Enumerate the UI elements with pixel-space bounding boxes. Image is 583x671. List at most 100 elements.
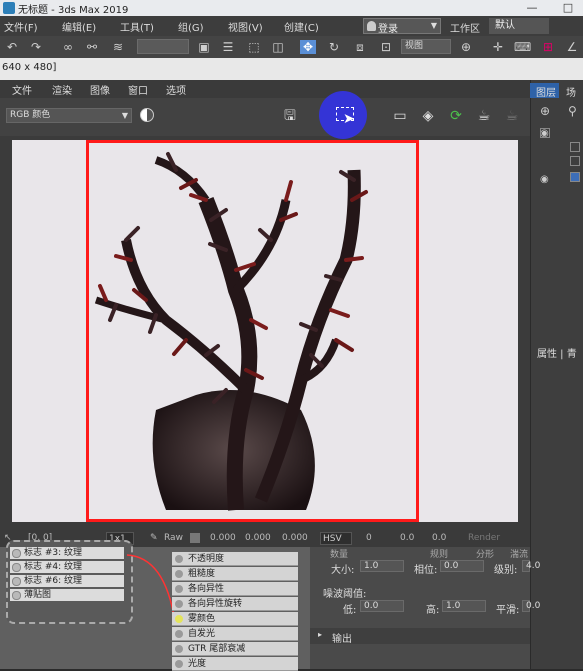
angle-snap-icon[interactable]: ∠ bbox=[564, 40, 580, 54]
tab-layers[interactable]: 图层 bbox=[536, 84, 556, 99]
refresh-icon[interactable]: ⟳ bbox=[446, 106, 466, 126]
regular-radio[interactable]: 规则 bbox=[430, 547, 448, 560]
title-bar: 无标题 - 3ds Max 2019 — □ bbox=[0, 0, 583, 16]
menu-group[interactable]: 组(G) bbox=[178, 19, 204, 34]
pivot-center-icon[interactable]: ⊕ bbox=[458, 40, 474, 54]
socket-icon bbox=[175, 645, 183, 653]
menu-tools[interactable]: 工具(T) bbox=[120, 19, 154, 34]
move-icon[interactable]: ✥ bbox=[300, 40, 316, 54]
env-lighting-icon[interactable]: ◈ bbox=[418, 106, 438, 126]
fractal-radio[interactable]: 分形 bbox=[476, 547, 494, 560]
redo-icon[interactable]: ↷ bbox=[28, 40, 44, 54]
socket-icon bbox=[175, 660, 183, 668]
list-item[interactable]: 标志 #4: 纹理 bbox=[10, 561, 124, 573]
list-item[interactable]: 标志 #6: 纹理 bbox=[10, 575, 124, 587]
value-b: 0.000 bbox=[282, 533, 308, 543]
low-label: 低: bbox=[343, 605, 357, 616]
layer-row-icon[interactable] bbox=[570, 156, 580, 166]
eye-icon[interactable]: ◉ bbox=[540, 174, 549, 185]
selection-filter-dropdown[interactable] bbox=[137, 39, 189, 54]
fw-menu-window[interactable]: 窗口 bbox=[128, 82, 148, 97]
size-spinner[interactable]: 1.0 bbox=[360, 560, 404, 572]
material-slot[interactable]: GTR 尾部衰减 bbox=[172, 642, 298, 656]
fw-menu-render[interactable]: 渲染 bbox=[52, 82, 72, 97]
collapse-icon: ▸ bbox=[318, 630, 323, 639]
list-item[interactable]: 标志 #3: 纹理 bbox=[10, 547, 124, 559]
menu-create[interactable]: 创建(C) bbox=[284, 19, 319, 34]
layer-row-icon[interactable] bbox=[570, 142, 580, 152]
menu-view[interactable]: 视图(V) bbox=[228, 19, 263, 34]
login-dropdown[interactable]: 登录 ▼ bbox=[363, 18, 441, 35]
smooth-spinner[interactable]: 0.0 bbox=[522, 600, 540, 612]
scale-icon[interactable]: ⧈ bbox=[352, 40, 368, 54]
select-object-icon[interactable]: ▣ bbox=[196, 40, 212, 54]
menu-edit[interactable]: 编辑(E) bbox=[62, 19, 96, 34]
maximize-button[interactable]: □ bbox=[556, 0, 580, 16]
fw-menu-options[interactable]: 选项 bbox=[166, 82, 186, 97]
turbulence-radio[interactable]: 湍流 bbox=[510, 547, 528, 560]
high-label: 高: bbox=[426, 605, 440, 616]
value-s: 0.0 bbox=[400, 533, 415, 543]
workspace-dropdown[interactable]: 默认 bbox=[489, 18, 549, 34]
unlink-icon[interactable]: ⚯ bbox=[84, 40, 100, 54]
layer-row-icon[interactable] bbox=[540, 128, 550, 138]
color-space-dropdown[interactable]: HSV bbox=[320, 532, 352, 545]
amount-label: 数量 bbox=[330, 550, 349, 560]
material-slot[interactable]: 粗糙度 bbox=[172, 567, 298, 581]
channel-dropdown[interactable]: RGB 颜色 ▼ bbox=[6, 108, 132, 123]
eyedropper-icon[interactable]: ✎ bbox=[150, 533, 158, 543]
render-button[interactable]: Render bbox=[468, 533, 500, 543]
material-slot[interactable]: 各向异性 bbox=[172, 582, 298, 596]
level-spinner[interactable]: 4.0 bbox=[522, 560, 540, 572]
material-slot-active[interactable]: 雾颜色 bbox=[172, 612, 298, 626]
tab-scene[interactable]: 场 bbox=[566, 84, 576, 99]
mode-label: Raw bbox=[164, 533, 183, 543]
save-image-icon[interactable]: 🖫 bbox=[280, 106, 300, 126]
rectangular-region-icon[interactable]: ⬚ bbox=[246, 40, 262, 54]
keyboard-shortcut-icon[interactable]: ⌨ bbox=[514, 40, 531, 54]
fw-menu-file[interactable]: 文件 bbox=[12, 82, 32, 97]
render-teapot-icon[interactable]: ☕ bbox=[474, 106, 494, 126]
window-crossing-icon[interactable]: ◫ bbox=[270, 40, 286, 54]
socket-icon bbox=[12, 563, 21, 572]
socket-icon bbox=[175, 615, 183, 623]
material-slot[interactable]: 各向异性旋转 bbox=[172, 597, 298, 611]
link-icon[interactable]: ∞ bbox=[60, 40, 76, 54]
menu-file[interactable]: 文件(F) bbox=[4, 19, 38, 34]
select-by-name-icon[interactable]: ☰ bbox=[220, 40, 236, 54]
rotate-icon[interactable]: ↻ bbox=[326, 40, 342, 54]
user-icon bbox=[367, 21, 376, 31]
mono-toggle-icon[interactable] bbox=[140, 108, 154, 122]
socket-icon bbox=[175, 630, 183, 638]
render-active-icon[interactable]: ☕ bbox=[502, 106, 522, 126]
reference-coord-dropdown[interactable]: 视图 bbox=[401, 39, 451, 54]
layer-row-icon[interactable] bbox=[570, 172, 580, 182]
layer-options-icon[interactable]: ⚲ bbox=[568, 104, 577, 118]
value-v: 0.0 bbox=[432, 533, 447, 543]
frame-window-layout-icon[interactable]: ▭ bbox=[390, 106, 410, 126]
phase-spinner[interactable]: 0.0 bbox=[440, 560, 484, 572]
list-item[interactable]: 薄贴图 bbox=[10, 589, 124, 601]
select-manipulate-icon[interactable]: ✛ bbox=[490, 40, 506, 54]
fw-menu-image[interactable]: 图像 bbox=[90, 82, 110, 97]
high-spinner[interactable]: 1.0 bbox=[442, 600, 486, 612]
snaps-toggle-icon[interactable]: ⊞ bbox=[540, 40, 556, 54]
output-rollout[interactable]: ▸ 输出 bbox=[310, 628, 530, 645]
window-title: 无标题 - 3ds Max 2019 bbox=[18, 5, 129, 16]
bind-space-warp-icon[interactable]: ≋ bbox=[110, 40, 126, 54]
placement-icon[interactable]: ⊡ bbox=[378, 40, 394, 54]
value-g: 0.000 bbox=[245, 533, 271, 543]
channel-label: RGB 颜色 bbox=[10, 110, 51, 120]
minimize-button[interactable]: — bbox=[520, 0, 544, 16]
value-r: 0.000 bbox=[210, 533, 236, 543]
output-label: 输出 bbox=[332, 634, 352, 645]
right-panel bbox=[530, 80, 583, 669]
low-spinner[interactable]: 0.0 bbox=[360, 600, 404, 612]
phase-label: 相位: bbox=[414, 565, 438, 576]
add-layer-icon[interactable]: ⊕ bbox=[540, 104, 550, 118]
socket-icon bbox=[12, 591, 21, 600]
material-slot[interactable]: 不透明度 bbox=[172, 552, 298, 566]
socket-icon bbox=[175, 600, 183, 608]
material-slot[interactable]: 自发光 bbox=[172, 627, 298, 641]
undo-icon[interactable]: ↶ bbox=[4, 40, 20, 54]
